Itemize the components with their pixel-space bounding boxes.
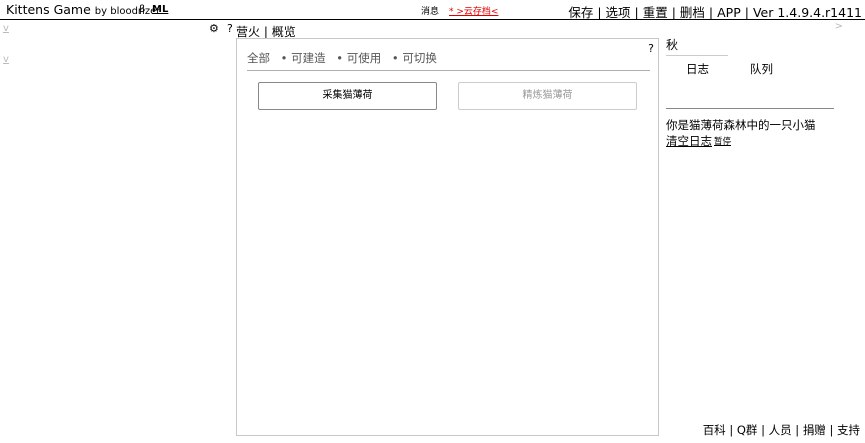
- app-button[interactable]: APP: [717, 5, 741, 20]
- log-message: 你是猫薄荷森林中的一只小猫: [666, 118, 816, 132]
- expand-right-icon[interactable]: >: [835, 21, 843, 32]
- beta-link[interactable]: β: [139, 4, 145, 15]
- wipe-button[interactable]: 删档: [680, 5, 705, 20]
- resources-column: v v ⚙ ?: [0, 21, 233, 443]
- separator: |: [708, 5, 714, 20]
- refine-catnip-button[interactable]: 精炼猫薄荷: [458, 82, 637, 110]
- separator: |: [729, 423, 734, 437]
- donate-link[interactable]: 捐赠: [803, 423, 826, 437]
- filter-buildable[interactable]: • 可建造: [281, 51, 326, 65]
- separator: |: [597, 5, 602, 20]
- divider: [666, 55, 728, 56]
- support-link[interactable]: 支持: [837, 423, 860, 437]
- separator: |: [795, 423, 800, 437]
- cloud-save-link[interactable]: * >云存档<: [449, 4, 498, 17]
- collapse-resources-toggle[interactable]: v: [3, 23, 9, 34]
- filter-all[interactable]: 全部: [247, 51, 270, 65]
- tab-overview[interactable]: 概览: [272, 25, 296, 39]
- collapse-craft-toggle[interactable]: v: [3, 54, 9, 65]
- separator: |: [671, 5, 676, 20]
- reset-button[interactable]: 重置: [643, 5, 668, 20]
- separator: |: [634, 5, 639, 20]
- gather-catnip-button[interactable]: 采集猫薄荷: [258, 82, 437, 110]
- pause-link[interactable]: 暂停: [714, 135, 731, 147]
- wiki-link[interactable]: 百科: [703, 423, 726, 437]
- app-author: by bloodrizer: [94, 6, 161, 17]
- clear-log-link[interactable]: 清空日志: [666, 133, 712, 149]
- app-name: Kittens Game: [6, 2, 91, 17]
- filter-toggleable[interactable]: • 可切换: [392, 51, 437, 65]
- qq-group-link[interactable]: Q群: [737, 423, 758, 437]
- top-bar: Kittens Game by bloodrizer β ML 消息 * >云存…: [0, 0, 865, 20]
- ml-link[interactable]: ML: [152, 4, 168, 15]
- building-filter: 全部 • 可建造 • 可使用 • 可切换: [247, 50, 650, 71]
- tab-bonfire[interactable]: 营火: [236, 25, 260, 39]
- version-link[interactable]: Ver 1.4.9.4.r1411: [753, 5, 862, 20]
- separator: |: [744, 5, 749, 20]
- messages-label: 消息: [421, 7, 440, 17]
- season-label: 秋: [666, 38, 679, 52]
- separator: |: [829, 423, 834, 437]
- credits-link[interactable]: 人员: [769, 423, 792, 437]
- bonfire-panel: ? 全部 • 可建造 • 可使用 • 可切换 采集猫薄荷 精炼猫薄荷: [236, 38, 659, 436]
- divider: [666, 108, 834, 109]
- top-menu: 保存 | 选项 | 重置 | 删档 | APP | Ver 1.4.9.4.r1…: [568, 2, 862, 21]
- options-button[interactable]: 选项: [606, 5, 631, 20]
- app-title: Kittens Game by bloodrizer: [6, 2, 160, 17]
- footer-links: 百科 | Q群 | 人员 | 捐赠 | 支持: [703, 422, 860, 438]
- save-button[interactable]: 保存: [568, 5, 593, 20]
- help-icon[interactable]: ?: [227, 22, 233, 35]
- tab-queue[interactable]: 队列: [750, 61, 773, 77]
- gear-icon[interactable]: ⚙: [209, 22, 219, 35]
- tab-log[interactable]: 日志: [686, 61, 709, 77]
- separator: |: [761, 423, 765, 437]
- tab-separator: |: [263, 25, 268, 39]
- filter-usable[interactable]: • 可使用: [336, 51, 381, 65]
- log-column: > 秋 日志 队列 你是猫薄荷森林中的一只小猫 清空日志 暂停: [666, 21, 865, 443]
